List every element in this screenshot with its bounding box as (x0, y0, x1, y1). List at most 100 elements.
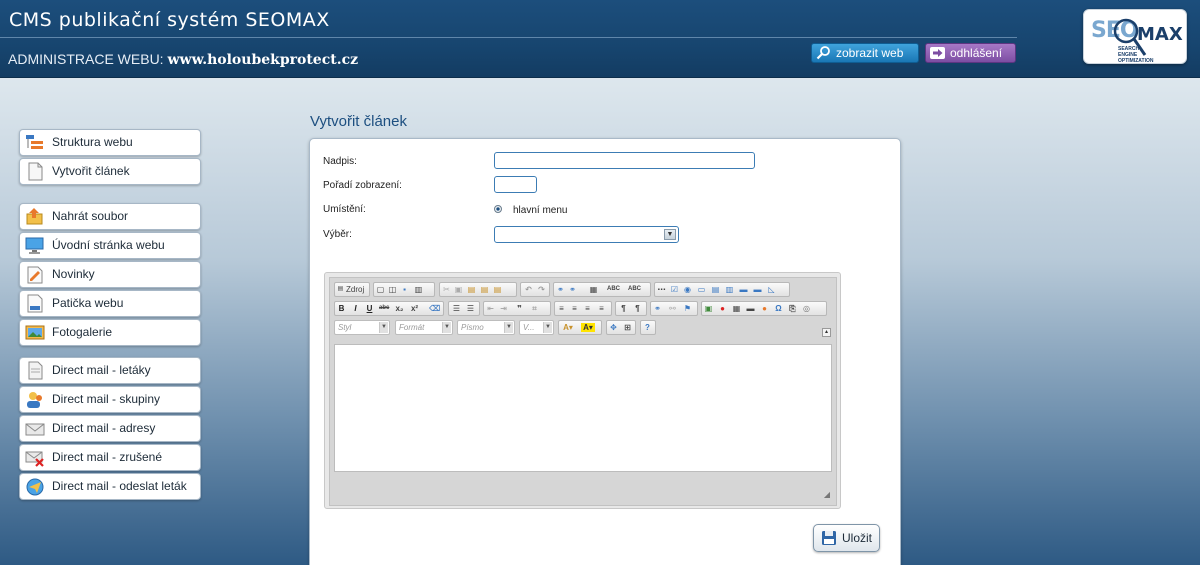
spellcheck-icon[interactable]: ABC (607, 285, 620, 294)
resize-handle-icon[interactable]: ◢ (824, 490, 830, 499)
new-page-icon[interactable]: ▢ (376, 285, 385, 294)
maximize-icon[interactable]: ✥ (609, 323, 618, 332)
align-center-icon[interactable]: ≡ (570, 304, 579, 313)
preview-icon[interactable]: ◫ (388, 285, 397, 294)
toolbar-collapse-button[interactable]: ▴ (822, 328, 831, 337)
copy-icon[interactable]: ▣ (454, 285, 463, 294)
magnifier-icon (816, 46, 830, 60)
form-icon[interactable]: ⋯ (657, 285, 666, 294)
sidebar-item-nahrat-soubor[interactable]: Nahrát soubor (19, 203, 201, 230)
paste-icon[interactable]: ▤ (467, 285, 476, 294)
unlink-icon[interactable]: ⚯ (668, 304, 677, 313)
horizontal-rule-icon[interactable]: ▬ (746, 304, 755, 313)
sidebar-item-label: Direct mail - skupiny (52, 392, 161, 406)
logout-button[interactable]: odhlášení (925, 43, 1016, 63)
flash-icon[interactable]: ● (718, 304, 727, 313)
vyber-select[interactable]: ▼ (494, 226, 679, 243)
sidebar-item-uvodni-stranka[interactable]: Úvodní stránka webu (19, 232, 201, 259)
toolbar-group-document: ▢ ◫ ▪ ▥ (373, 282, 435, 297)
bullet-list-icon[interactable]: ☰ (466, 304, 475, 313)
iframe-icon[interactable]: ◎ (802, 304, 811, 313)
indent-icon[interactable]: ⇥ (499, 304, 508, 313)
source-button[interactable]: ▤ Zdroj (334, 282, 370, 297)
sidebar-item-novinky[interactable]: Novinky (19, 261, 201, 288)
replace-icon[interactable]: ⚭ (568, 285, 577, 294)
print-icon[interactable]: ▪ (400, 285, 409, 294)
chevron-down-icon: ▼ (504, 322, 513, 333)
image-icon[interactable]: ▣ (704, 304, 713, 313)
link-icon[interactable]: ⚭ (653, 304, 662, 313)
div-icon[interactable]: ⌗ (530, 304, 539, 313)
outdent-icon[interactable]: ⇤ (486, 304, 495, 313)
help-icon[interactable]: ? (643, 323, 652, 332)
umisteni-radio[interactable] (494, 205, 502, 213)
blockquote-icon[interactable]: ❞ (515, 304, 524, 313)
text-color-icon[interactable]: A▾ (561, 323, 575, 332)
editor-content-area[interactable] (334, 344, 832, 472)
sidebar-item-vytvorit-clanek[interactable]: Vytvořit článek (19, 158, 201, 185)
footer-icon (27, 294, 43, 313)
align-right-icon[interactable]: ≡ (583, 304, 592, 313)
strike-icon[interactable]: abc (379, 304, 389, 313)
sidebar-item-dm-skupiny[interactable]: Direct mail - skupiny (19, 386, 201, 413)
editor-frame: ▤ Zdroj ▢ ◫ ▪ ▥ ✂ ▣ ▤ ▤ ▤ ↶ ↷ ⚭ ⚭ ▦ ABC … (329, 277, 837, 506)
domain-link[interactable]: www.holoubekprotect.cz (167, 52, 358, 68)
logo-sub-line: OPTIMIZATION (1118, 58, 1154, 64)
save-button[interactable]: Uložit (813, 524, 880, 552)
sidebar-item-label: Direct mail - adresy (52, 421, 156, 435)
radio-icon[interactable]: ◉ (683, 285, 692, 294)
italic-button[interactable]: I (351, 304, 360, 313)
sidebar-item-dm-odeslat[interactable]: Direct mail - odeslat leták (19, 473, 201, 500)
anchor-flag-icon[interactable]: ⚑ (683, 304, 692, 313)
poradi-input[interactable] (494, 176, 537, 193)
style-combo[interactable]: Styl ▼ (334, 320, 390, 335)
size-combo[interactable]: V... ▼ (519, 320, 554, 335)
redo-icon[interactable]: ↷ (537, 285, 546, 294)
numbered-list-icon[interactable]: ☰ (452, 304, 461, 313)
scayt-icon[interactable]: ABC (628, 285, 641, 294)
sidebar-item-dm-zrusene[interactable]: Direct mail - zrušené emaily (19, 444, 201, 489)
upload-icon (26, 208, 43, 225)
page-break-icon[interactable]: ⎘ (788, 304, 797, 313)
button-field-icon[interactable]: ▬ (739, 285, 748, 294)
paste-text-icon[interactable]: ▤ (480, 285, 489, 294)
textarea-icon[interactable]: ▤ (711, 285, 720, 294)
font-combo[interactable]: Písmo ▼ (457, 320, 515, 335)
leaflet-icon (28, 361, 43, 380)
ltr-icon[interactable]: ¶ (619, 304, 628, 313)
bg-color-icon[interactable]: A▾ (581, 323, 595, 332)
align-left-icon[interactable]: ≡ (557, 304, 566, 313)
table-icon[interactable]: ▦ (732, 304, 741, 313)
view-web-button[interactable]: zobrazit web (811, 43, 919, 63)
group-icon (27, 392, 42, 408)
sidebar-item-paticka[interactable]: Patička webu (19, 290, 201, 317)
header-divider (0, 37, 1017, 38)
select-field-icon[interactable]: ▥ (725, 285, 734, 294)
cut-icon[interactable]: ✂ (442, 285, 451, 294)
templates-icon[interactable]: ▥ (414, 285, 423, 294)
undo-icon[interactable]: ↶ (524, 285, 533, 294)
smiley-icon[interactable]: ● (760, 304, 769, 313)
remove-format-icon[interactable]: ⌫ (429, 304, 440, 313)
underline-button[interactable]: U (365, 304, 374, 313)
show-blocks-icon[interactable]: ⊞ (623, 323, 632, 332)
special-char-icon[interactable]: Ω (774, 304, 783, 313)
image-button-icon[interactable]: ▬ (753, 285, 762, 294)
format-combo[interactable]: Formát ▼ (395, 320, 453, 335)
sidebar-item-dm-adresy[interactable]: Direct mail - adresy (19, 415, 201, 442)
sidebar-item-fotogalerie[interactable]: Fotogalerie (19, 319, 201, 346)
select-all-icon[interactable]: ▦ (589, 285, 598, 294)
paste-word-icon[interactable]: ▤ (493, 285, 502, 294)
align-justify-icon[interactable]: ≡ (597, 304, 606, 313)
sidebar-item-dm-letaky[interactable]: Direct mail - letáky (19, 357, 201, 384)
superscript-icon[interactable]: x² (410, 304, 419, 313)
textfield-icon[interactable]: ▭ (697, 285, 706, 294)
find-icon[interactable]: ⚭ (556, 285, 565, 294)
nadpis-input[interactable] (494, 152, 755, 169)
rtl-icon[interactable]: ¶ (633, 304, 642, 313)
hidden-field-icon[interactable]: ◺ (767, 285, 776, 294)
sidebar-item-struktura[interactable]: Struktura webu (19, 129, 201, 156)
checkbox-icon[interactable]: ☑ (670, 285, 679, 294)
bold-button[interactable]: B (337, 304, 346, 313)
subscript-icon[interactable]: x₂ (395, 304, 404, 313)
